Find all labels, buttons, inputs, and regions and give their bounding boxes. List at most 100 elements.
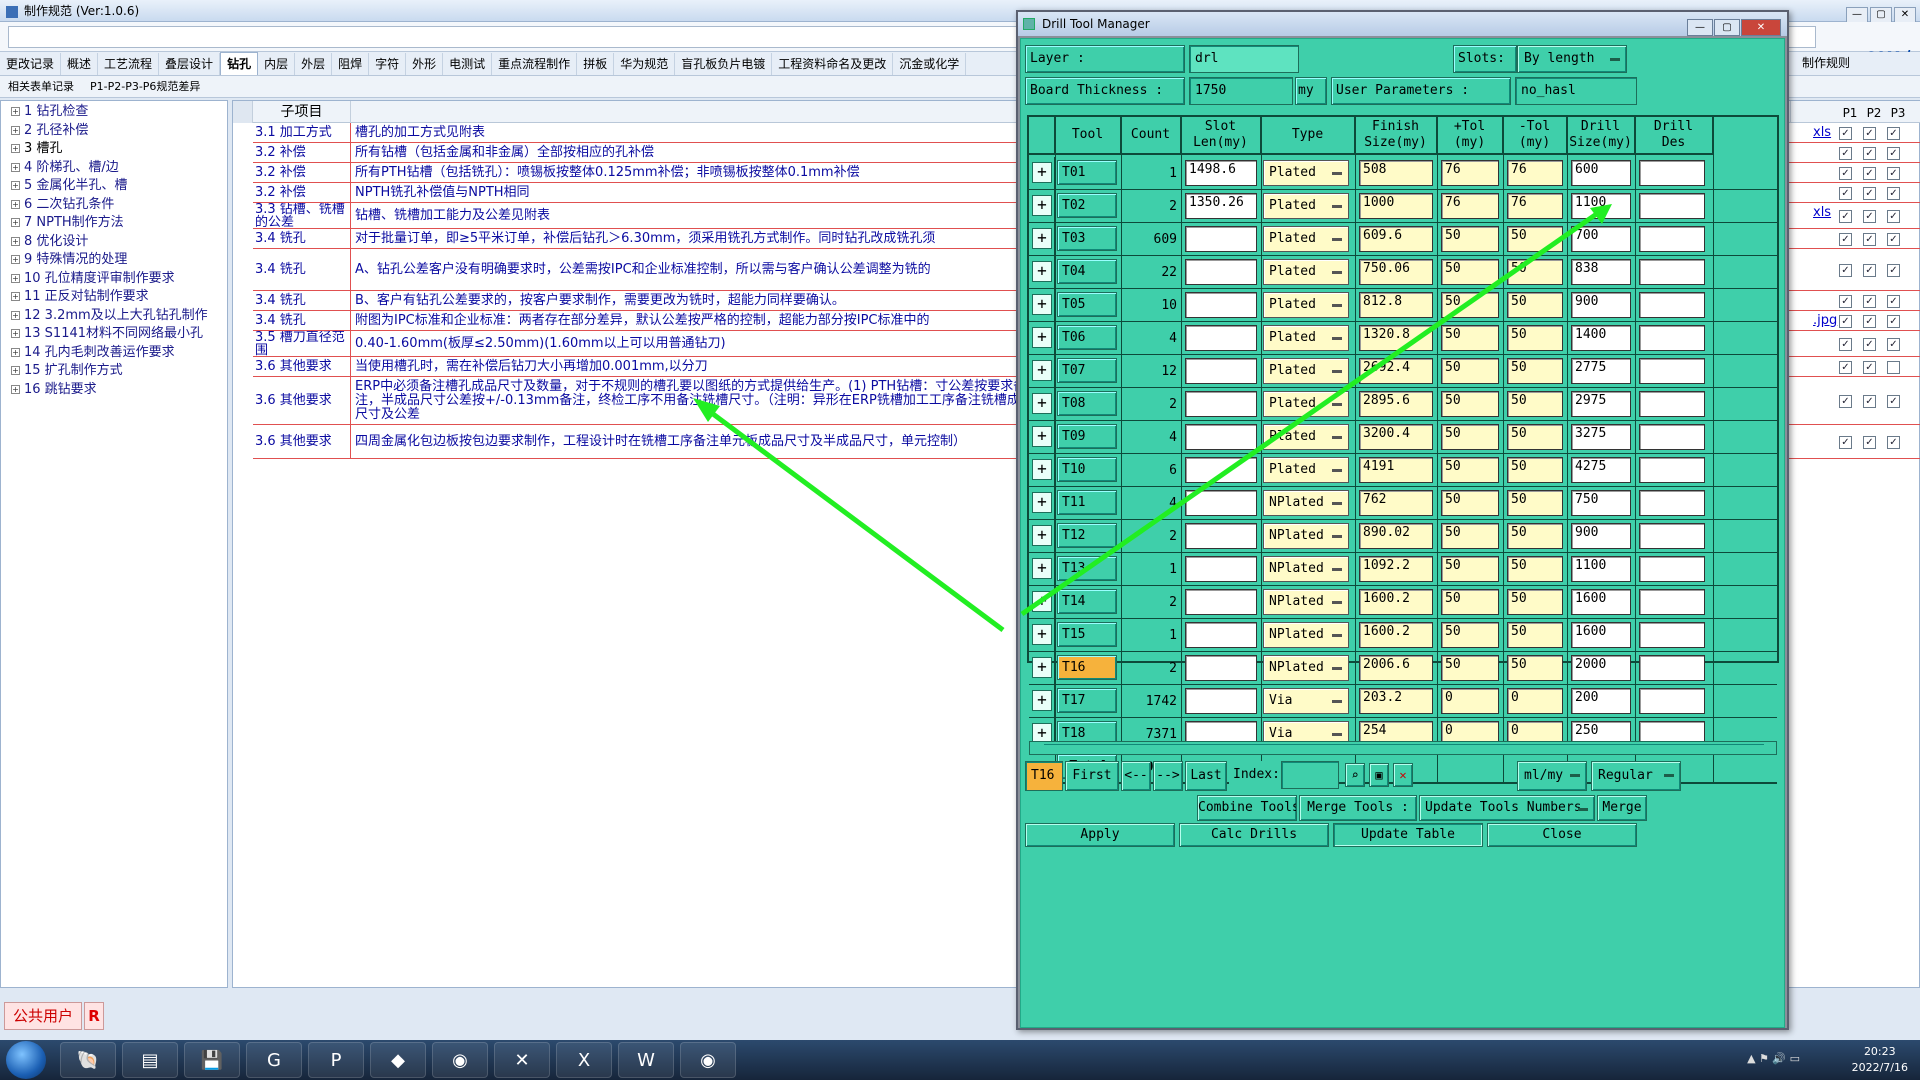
minus-tol-input[interactable]: 50 [1507,589,1563,615]
slot-len-input[interactable] [1185,259,1257,285]
slot-len-input[interactable] [1185,226,1257,252]
slot-len-input[interactable] [1185,325,1257,351]
slot-len-input[interactable] [1185,292,1257,318]
expand-icon[interactable]: + [11,236,20,246]
sub-tab-0[interactable]: 相关表单记录 [0,76,82,97]
drill-des-input[interactable] [1639,523,1705,549]
p1-checkbox[interactable]: ✓ [1839,126,1852,140]
drill-size-input[interactable]: 1100 [1571,556,1631,582]
tool-row[interactable]: + T07 12 Plated 2692.4 50 50 2775 [1029,355,1777,388]
p1-checkbox[interactable]: ✓ [1839,394,1852,408]
expand-icon[interactable]: + [11,199,20,209]
tool-cell[interactable]: T14 [1057,589,1117,614]
tool-cell[interactable]: T10 [1057,457,1117,482]
minus-tol-input[interactable]: 50 [1507,622,1563,648]
drill-des-input[interactable] [1639,457,1705,483]
slot-len-input[interactable] [1185,490,1257,516]
expand-icon[interactable]: + [11,329,20,338]
plus-tol-input[interactable]: 50 [1441,655,1499,681]
p1-checkbox[interactable]: ✓ [1839,314,1852,328]
type-dropdown[interactable]: Plated [1263,292,1349,318]
p2-checkbox[interactable]: ✓ [1863,314,1876,328]
drill-size-input[interactable]: 2000 [1571,655,1631,681]
plus-tol-input[interactable]: 76 [1441,193,1499,219]
green-p-app-icon[interactable]: P [308,1042,364,1078]
main-tab-16[interactable]: 沉金或化学 [893,53,967,75]
plus-tol-input[interactable]: 50 [1441,292,1499,318]
r-button[interactable]: R [84,1002,104,1030]
tool-cell[interactable]: T13 [1057,556,1117,581]
tool-row[interactable]: + T04 22 Plated 750.06 50 50 838 [1029,256,1777,289]
type-dropdown[interactable]: Plated [1263,457,1349,483]
drill-size-input[interactable]: 1100 [1571,193,1631,219]
minus-tol-input[interactable]: 50 [1507,259,1563,285]
p3-checkbox[interactable]: ✓ [1887,209,1900,223]
type-dropdown[interactable]: NPlated [1263,523,1349,549]
tree-item[interactable]: +6 二次钻孔条件 [1,196,227,215]
p3-checkbox[interactable]: ✓ [1887,263,1900,277]
attachment-link[interactable]: xls [1813,125,1831,140]
apply-button[interactable]: Apply [1025,823,1175,847]
drill-size-input[interactable]: 750 [1571,490,1631,516]
drill-size-input[interactable]: 900 [1571,292,1631,318]
p2-checkbox[interactable]: ✓ [1863,294,1876,308]
tool-row[interactable]: + T11 4 NPlated 762 50 50 750 [1029,487,1777,520]
edit-icon[interactable]: ▣ [1369,763,1389,787]
save-app-icon[interactable]: 💾 [184,1042,240,1078]
slot-len-input[interactable] [1185,688,1257,714]
tool-row[interactable]: + T02 2 1350.26 Plated 1000 76 76 1100 [1029,190,1777,223]
close-button[interactable]: ✕ [1894,7,1916,23]
plus-tol-input[interactable]: 76 [1441,160,1499,186]
eye-app-2-icon[interactable]: ◉ [680,1042,736,1078]
drill-des-input[interactable] [1639,655,1705,681]
plus-tol-input[interactable]: 50 [1441,358,1499,384]
minus-tol-input[interactable]: 50 [1507,457,1563,483]
expand-icon[interactable]: + [11,273,20,283]
p3-checkbox[interactable]: ✓ [1887,126,1900,140]
tree-item[interactable]: +16 跳钻要求 [1,381,227,400]
p3-checkbox[interactable]: ✓ [1887,166,1900,180]
type-dropdown[interactable]: Plated [1263,424,1349,450]
p3-checkbox[interactable]: ✓ [1887,337,1900,351]
drill-des-input[interactable] [1639,325,1705,351]
finish-size-input[interactable]: 4191 [1359,457,1433,483]
main-tab-1[interactable]: 概述 [61,53,99,75]
merge-tools-button[interactable]: Merge Tools : [1299,795,1417,821]
tree-item[interactable]: +1 钻孔检查 [1,103,227,122]
main-tab-0[interactable]: 更改记录 [0,53,62,75]
drill-size-input[interactable]: 600 [1571,160,1631,186]
finish-size-input[interactable]: 2895.6 [1359,391,1433,417]
tab-rules[interactable]: 制作规则 [1796,52,1856,75]
eye-app-icon[interactable]: ◉ [432,1042,488,1078]
minimize-button[interactable]: — [1846,7,1868,23]
expand-icon[interactable]: + [11,125,20,135]
slot-len-input[interactable] [1185,622,1257,648]
update-table-button[interactable]: Update Table [1333,823,1483,847]
p3-checkbox[interactable] [1887,360,1900,374]
dialog-maximize-button[interactable]: ▢ [1714,19,1740,36]
finish-size-input[interactable]: 1600.2 [1359,622,1433,648]
word-icon[interactable]: W [618,1042,674,1078]
drill-size-input[interactable]: 4275 [1571,457,1631,483]
tree-item[interactable]: +7 NPTH制作方法 [1,214,227,233]
expand-icon[interactable]: + [11,144,20,153]
main-tab-2[interactable]: 工艺流程 [98,53,160,75]
type-dropdown[interactable]: Plated [1263,193,1349,219]
expand-icon[interactable]: + [11,384,20,394]
main-tab-4[interactable]: 钻孔 [220,52,259,75]
update-tools-numbers-dropdown[interactable]: Update Tools Numbers [1419,795,1595,821]
calc-drills-button[interactable]: Calc Drills [1179,823,1329,847]
minus-tol-input[interactable]: 76 [1507,160,1563,186]
tool-cell[interactable]: T04 [1057,259,1117,284]
slot-len-input[interactable] [1185,424,1257,450]
minus-tol-input[interactable]: 50 [1507,325,1563,351]
attachment-link[interactable]: .jpg [1813,313,1837,328]
plus-tol-input[interactable]: 50 [1441,490,1499,516]
tool-cell[interactable]: T03 [1057,226,1117,251]
prev-button[interactable]: <-- [1121,761,1151,791]
finish-size-input[interactable]: 2006.6 [1359,655,1433,681]
attachment-link[interactable]: xls [1813,205,1831,220]
drill-size-input[interactable]: 1400 [1571,325,1631,351]
drill-size-input[interactable]: 3275 [1571,424,1631,450]
drill-des-input[interactable] [1639,490,1705,516]
